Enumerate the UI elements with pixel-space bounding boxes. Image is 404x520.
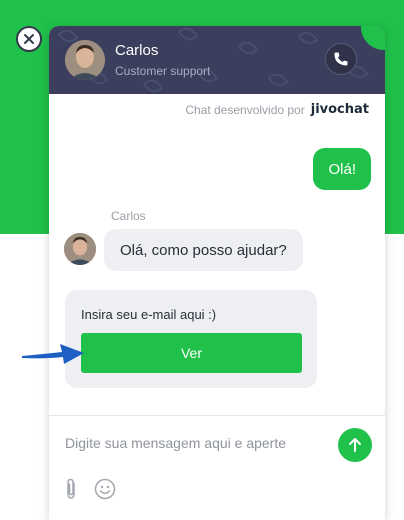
email-prompt: Insira seu e-mail aqui :) (81, 307, 217, 322)
incoming-message: Olá, como posso ajudar? (104, 229, 303, 271)
chat-header: Carlos Customer support (49, 26, 385, 94)
arrow-up-icon (349, 438, 361, 452)
phone-icon (334, 52, 348, 66)
agent-avatar (65, 40, 105, 80)
attach-button[interactable] (63, 477, 79, 501)
close-chat-button[interactable] (16, 26, 42, 52)
powered-by-text: Chat desenvolvido por (185, 102, 305, 117)
call-button[interactable] (325, 43, 357, 75)
ver-button[interactable]: Ver (81, 333, 302, 373)
powered-by: Chat desenvolvido por jivochat (185, 102, 369, 117)
emoji-button[interactable] (94, 478, 116, 500)
agent-avatar-small (64, 233, 96, 265)
message-input[interactable] (65, 428, 329, 458)
message-sender-name: Carlos (111, 209, 146, 223)
email-request-card: Insira seu e-mail aqui :) Ver (65, 290, 317, 388)
smiley-icon (94, 478, 116, 500)
chat-widget: Carlos Customer support Chat desenvolvid… (49, 26, 385, 520)
paperclip-icon (67, 478, 75, 499)
close-icon (24, 34, 34, 44)
agent-role: Customer support (115, 64, 211, 78)
jivochat-logo[interactable]: jivochat (311, 102, 369, 117)
outgoing-message: Olá! (313, 148, 371, 190)
blue-arrow-icon (22, 344, 84, 364)
send-button[interactable] (338, 428, 372, 462)
agent-name: Carlos (115, 42, 159, 59)
message-composer (49, 415, 385, 520)
